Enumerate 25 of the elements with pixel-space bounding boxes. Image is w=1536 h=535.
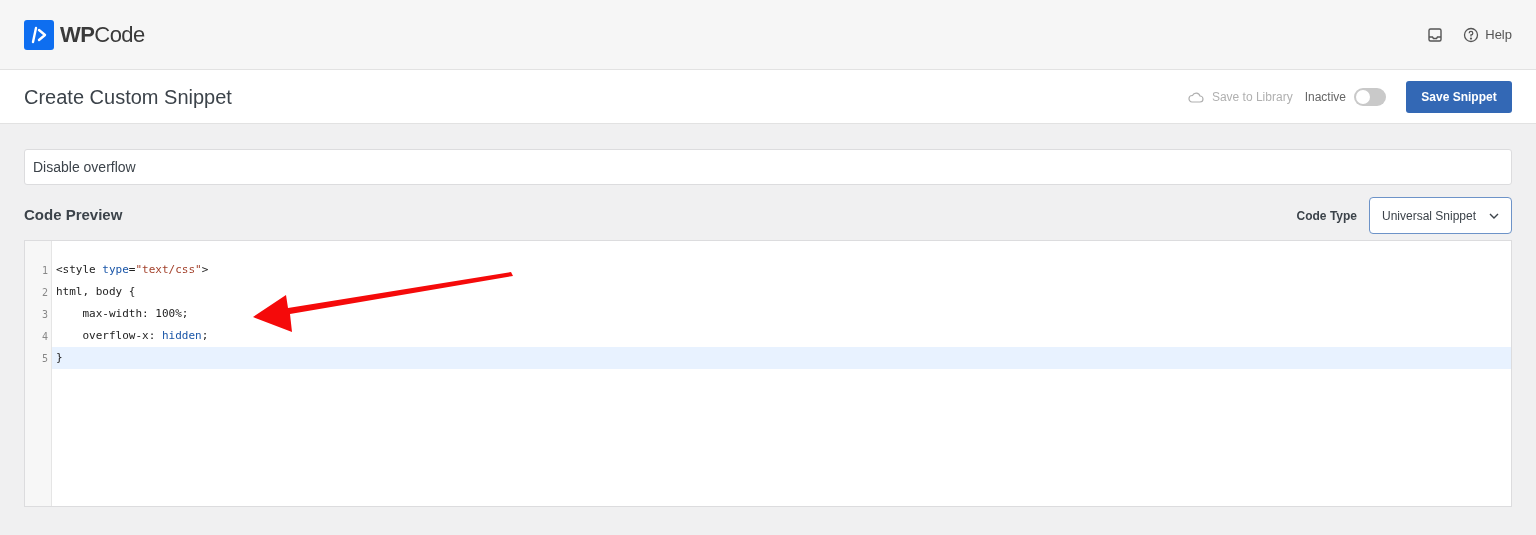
- cloud-icon: [1187, 90, 1204, 103]
- snippet-title-field[interactable]: Disable overflow: [24, 149, 1512, 185]
- help-link[interactable]: Help: [1463, 24, 1512, 45]
- line-number: 3: [41, 307, 48, 322]
- line-number: 1: [41, 263, 48, 278]
- help-icon: [1463, 26, 1480, 43]
- line-number: 4: [41, 329, 48, 344]
- code-line: max-width: 100%;: [81, 305, 190, 322]
- line-number: 5: [41, 351, 48, 366]
- code-editor[interactable]: 1 2 3 4 5 <style type="text/css"> html, body { max-width: 100%; overflow-x: hidden; }: [24, 240, 1512, 507]
- line-number: 2: [41, 285, 48, 300]
- code-line: <style type="text/css">: [55, 261, 210, 278]
- logo-text: WPCode: [60, 21, 145, 49]
- code-type-label: Code Type: [1296, 207, 1357, 225]
- active-toggle[interactable]: [1354, 87, 1386, 106]
- status-label: Inactive: [1304, 88, 1346, 106]
- page-title: Create Custom Snippet: [24, 84, 232, 110]
- inbox-icon[interactable]: [1427, 26, 1444, 43]
- code-line: html, body {: [55, 283, 137, 300]
- code-line: overflow-x: hidden;: [81, 327, 210, 344]
- code-type-dropdown[interactable]: Universal Snippet: [1369, 197, 1512, 234]
- section-heading: Code Preview: [24, 205, 123, 226]
- chevron-down-icon: [1489, 212, 1499, 219]
- save-snippet-button[interactable]: Save Snippet: [1406, 80, 1512, 113]
- logo-icon: [24, 19, 54, 50]
